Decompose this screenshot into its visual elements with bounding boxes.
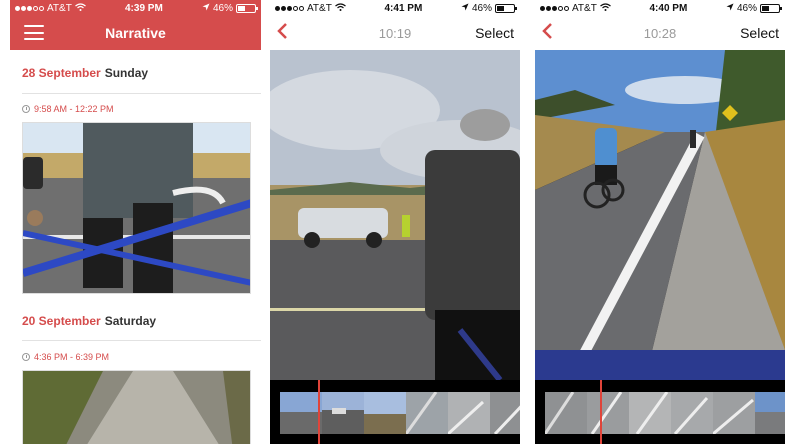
- divider: [22, 93, 261, 94]
- frame-thumbnail: [671, 392, 713, 434]
- wifi-icon: [599, 2, 611, 14]
- frame-thumbnail: [406, 392, 448, 434]
- video-screen: AT&T 4:40 PM 46% 10:28 Select: [535, 0, 785, 444]
- road-riders-photo: [535, 50, 785, 380]
- signal-icon: [540, 5, 569, 11]
- scrubber-strip[interactable]: [270, 380, 520, 444]
- frame-thumbnails: [280, 392, 520, 434]
- day-date: 20 September: [22, 314, 101, 328]
- battery-icon: [759, 3, 782, 13]
- scrubber-strip[interactable]: [535, 380, 785, 444]
- carrier-label: AT&T: [572, 2, 597, 14]
- status-time: 4:40 PM: [649, 2, 688, 14]
- status-bar: AT&T 4:40 PM 46%: [535, 0, 785, 16]
- battery-percent: 46%: [212, 2, 233, 14]
- moment-time-label: 9:58 AM - 12:22 PM: [34, 104, 114, 114]
- day-header: 20 September Saturday: [22, 314, 156, 328]
- moment-time-label: 4:36 PM - 6:39 PM: [34, 352, 110, 362]
- page-title: Narrative: [105, 25, 166, 41]
- wifi-icon: [74, 2, 86, 14]
- frame-thumbnail: [322, 392, 364, 434]
- frame-thumbnail: [587, 392, 629, 434]
- video-nav-bar: 10:19 Select: [270, 16, 520, 50]
- clock-icon: [22, 353, 30, 361]
- battery-percent: 46%: [471, 2, 492, 14]
- moment-thumbnail[interactable]: [22, 370, 251, 444]
- video-frame[interactable]: [270, 50, 520, 380]
- status-time: 4:39 PM: [125, 2, 163, 14]
- cyclist-photo: [23, 123, 250, 293]
- frame-thumbnail: [280, 392, 322, 434]
- chevron-left-icon[interactable]: [276, 22, 288, 44]
- location-arrow-icon: [202, 3, 210, 14]
- frame-thumbnail: [629, 392, 671, 434]
- video-duration: 10:28: [643, 25, 677, 41]
- video-duration: 10:19: [378, 25, 412, 41]
- battery-percent: 46%: [736, 2, 757, 14]
- road-photo: [23, 371, 250, 444]
- location-arrow-icon: [461, 3, 469, 14]
- carrier-label: AT&T: [307, 2, 332, 14]
- frame-thumbnail: [490, 392, 520, 434]
- location-arrow-icon: [726, 3, 734, 14]
- signal-icon: [275, 5, 304, 11]
- day-date: 28 September: [22, 66, 101, 80]
- battery-icon: [494, 3, 517, 13]
- video-nav-bar: 10:28 Select: [535, 16, 785, 50]
- battery-icon: [235, 3, 258, 13]
- chevron-left-icon[interactable]: [541, 22, 553, 44]
- clock-icon: [22, 105, 30, 113]
- frame-thumbnail: [545, 392, 587, 434]
- playhead[interactable]: [318, 380, 320, 444]
- status-time: 4:41 PM: [384, 2, 423, 14]
- video-screen: AT&T 4:41 PM 46% 10:19 Select: [270, 0, 520, 444]
- divider: [22, 340, 261, 341]
- app-header: Narrative: [10, 16, 261, 50]
- moment-time: 9:58 AM - 12:22 PM: [22, 104, 114, 114]
- rider-back-photo: [270, 50, 520, 380]
- status-bar: AT&T 4:41 PM 46%: [270, 0, 520, 16]
- day-weekday: Sunday: [104, 66, 149, 80]
- day-weekday: Saturday: [104, 314, 157, 328]
- frame-thumbnail: [448, 392, 490, 434]
- select-button[interactable]: Select: [475, 25, 514, 41]
- frame-thumbnail: [364, 392, 406, 434]
- hamburger-icon[interactable]: [24, 25, 44, 40]
- signal-icon: [15, 5, 44, 11]
- playhead[interactable]: [600, 380, 602, 444]
- narrative-screen: AT&T 4:39 PM 46% Narrative 28 September S…: [10, 0, 261, 444]
- status-bar: AT&T 4:39 PM 46%: [10, 0, 261, 16]
- frame-thumbnail: [713, 392, 755, 434]
- frame-thumbnails: [545, 392, 785, 434]
- day-header: 28 September Sunday: [22, 66, 148, 80]
- carrier-label: AT&T: [47, 2, 72, 14]
- wifi-icon: [334, 2, 346, 14]
- select-button[interactable]: Select: [740, 25, 779, 41]
- moment-thumbnail[interactable]: [22, 122, 251, 294]
- video-frame[interactable]: [535, 50, 785, 380]
- frame-thumbnail: [755, 392, 785, 434]
- moment-time: 4:36 PM - 6:39 PM: [22, 352, 109, 362]
